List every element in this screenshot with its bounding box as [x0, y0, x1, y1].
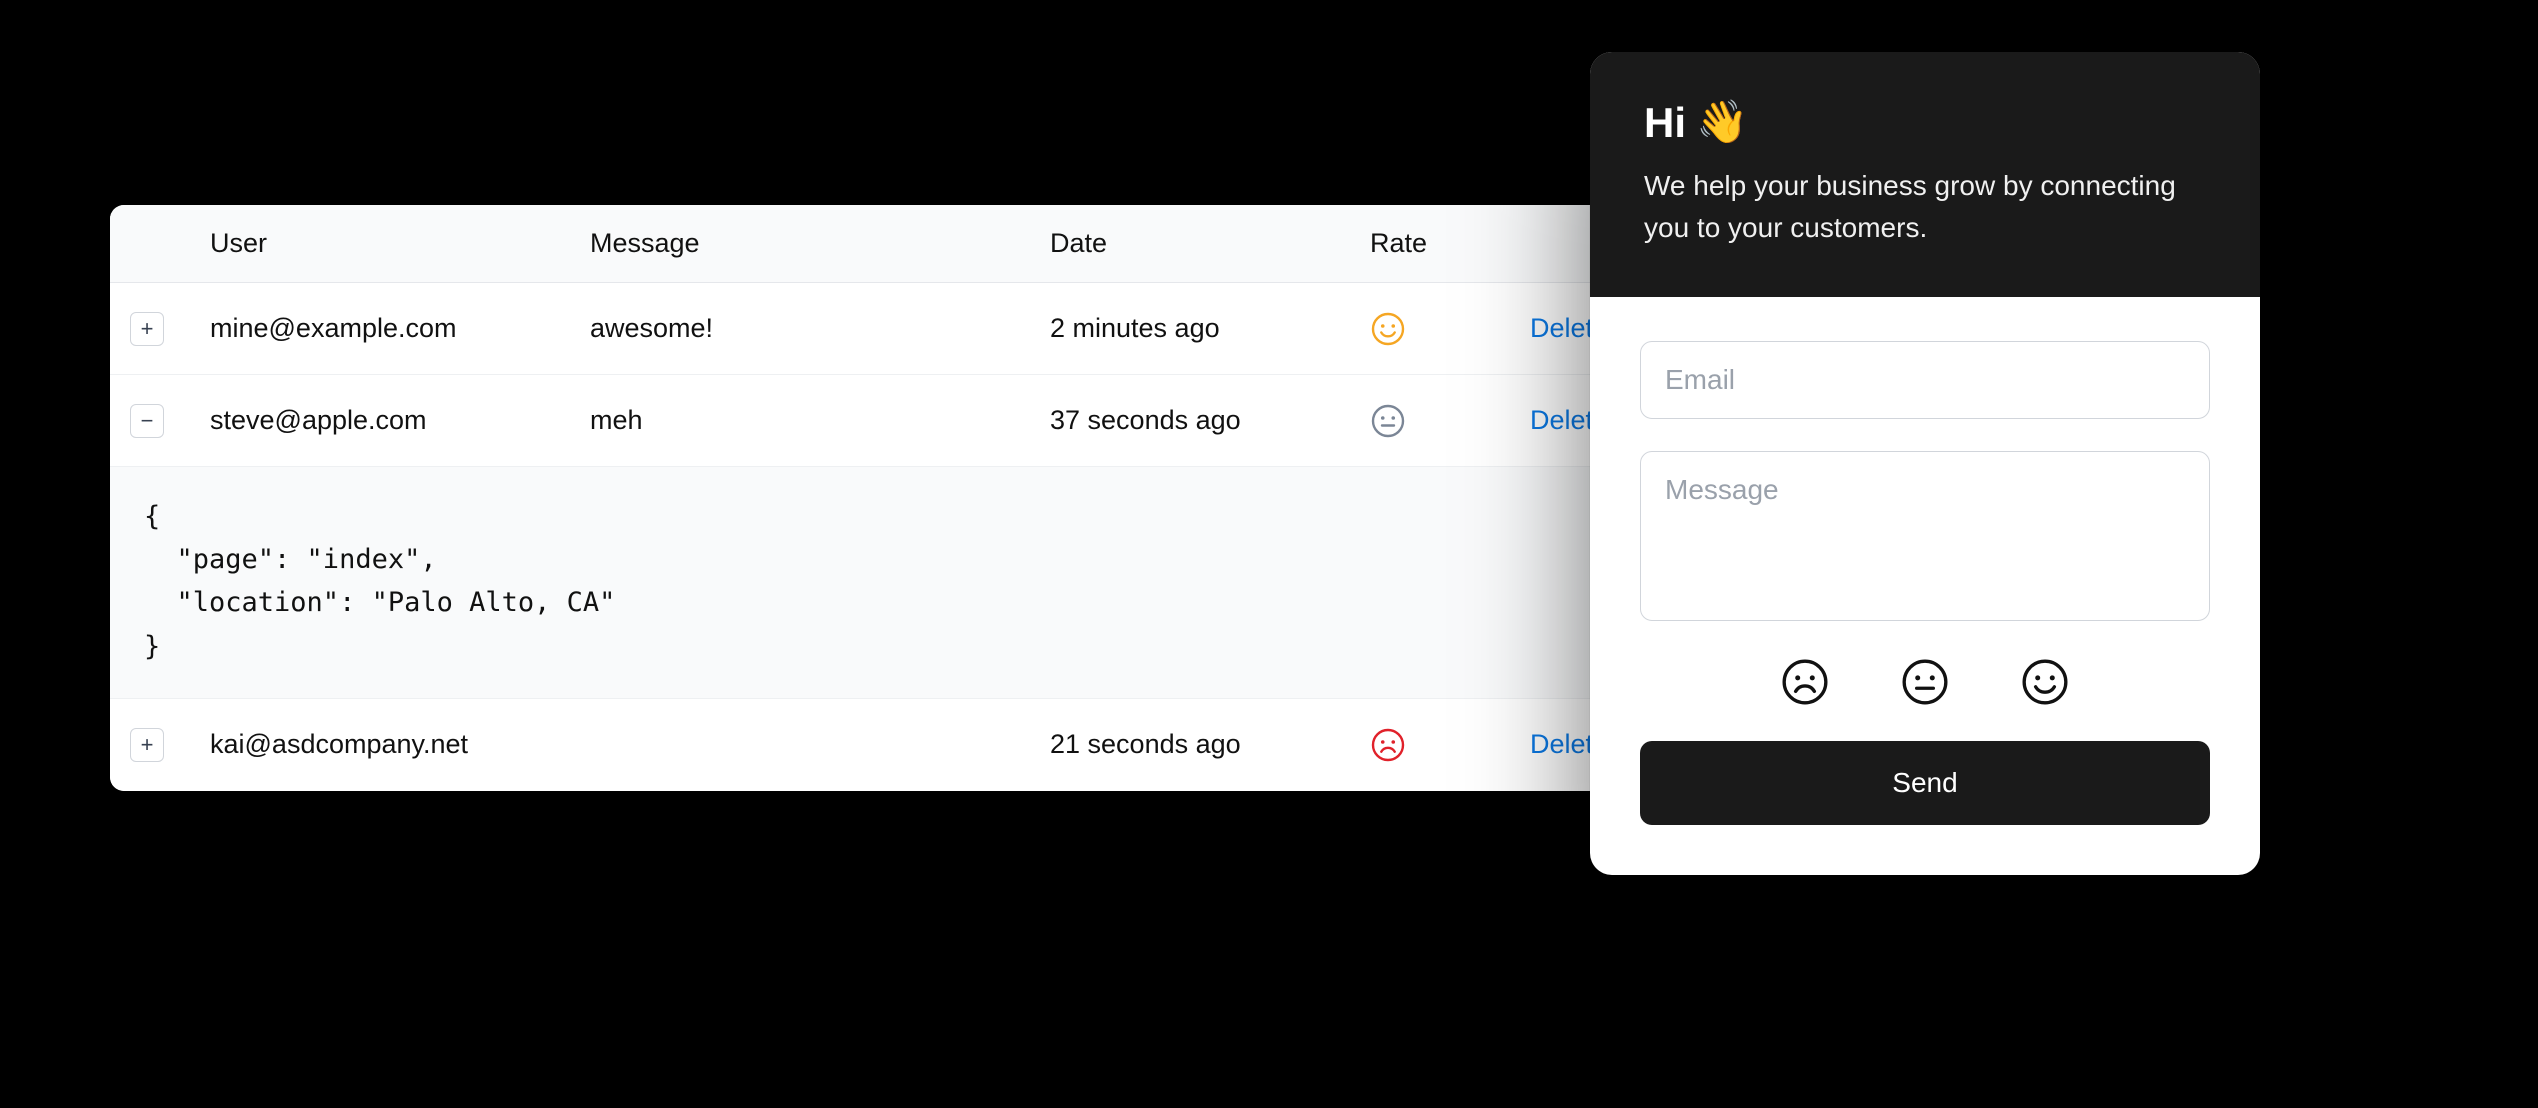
- expanded-row-json: { "page": "index", "location": "Palo Alt…: [110, 467, 1640, 699]
- cell-message: meh: [590, 405, 1050, 436]
- col-header-rate: Rate: [1370, 228, 1530, 259]
- smile-happy-icon: [1370, 311, 1530, 347]
- col-header-user: User: [210, 228, 590, 259]
- widget-header: Hi 👋 We help your business grow by conne…: [1590, 52, 2260, 297]
- cell-user: kai@asdcompany.net: [210, 729, 590, 760]
- smile-neutral-icon: [1370, 403, 1530, 439]
- rate-neutral-button[interactable]: [1900, 657, 1950, 707]
- cell-user: steve@apple.com: [210, 405, 590, 436]
- cell-message: awesome!: [590, 313, 1050, 344]
- table-row: + mine@example.com awesome! 2 minutes ag…: [110, 283, 1640, 375]
- rating-selector: [1640, 653, 2210, 709]
- cell-user: mine@example.com: [210, 313, 590, 344]
- wave-icon: 👋: [1696, 98, 1748, 147]
- expand-toggle[interactable]: +: [130, 728, 164, 762]
- message-field[interactable]: [1640, 451, 2210, 621]
- feedback-table: User Message Date Rate + mine@example.co…: [110, 205, 1640, 791]
- feedback-widget: Hi 👋 We help your business grow by conne…: [1590, 52, 2260, 875]
- table-header-row: User Message Date Rate: [110, 205, 1640, 283]
- greeting-text: Hi: [1644, 99, 1686, 147]
- cell-date: 37 seconds ago: [1050, 405, 1370, 436]
- widget-greeting: Hi 👋: [1644, 98, 2206, 147]
- col-header-date: Date: [1050, 228, 1370, 259]
- send-button[interactable]: Send: [1640, 741, 2210, 825]
- col-header-message: Message: [590, 228, 1050, 259]
- collapse-toggle[interactable]: −: [130, 404, 164, 438]
- expand-toggle[interactable]: +: [130, 312, 164, 346]
- cell-date: 2 minutes ago: [1050, 313, 1370, 344]
- widget-tagline: We help your business grow by connecting…: [1644, 165, 2206, 249]
- table-row: + kai@asdcompany.net 21 seconds ago Dele…: [110, 699, 1640, 791]
- smile-sad-icon: [1370, 727, 1530, 763]
- email-field[interactable]: [1640, 341, 2210, 419]
- table-row: − steve@apple.com meh 37 seconds ago Del…: [110, 375, 1640, 467]
- rate-happy-button[interactable]: [2020, 657, 2070, 707]
- rate-sad-button[interactable]: [1780, 657, 1830, 707]
- cell-date: 21 seconds ago: [1050, 729, 1370, 760]
